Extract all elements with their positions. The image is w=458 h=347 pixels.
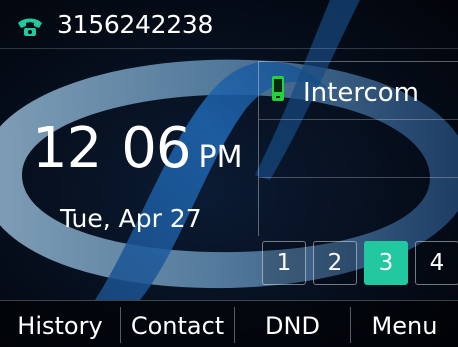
line-key-empty-2[interactable] <box>259 120 458 177</box>
clock: 12 06 PM Tue, Apr 27 <box>0 108 258 258</box>
page-button-2[interactable]: 2 <box>313 241 357 285</box>
line-key-label: Intercom <box>303 78 419 108</box>
page-button-3[interactable]: 3 <box>364 241 408 285</box>
status-bar-divider <box>0 48 458 49</box>
contact-softkey[interactable]: Contact <box>121 301 234 347</box>
mobile-phone-icon <box>272 76 284 101</box>
clock-hour: 12 <box>32 116 102 181</box>
clock-ampm: PM <box>198 140 243 175</box>
menu-softkey[interactable]: Menu <box>351 301 458 347</box>
clock-minute: 06 <box>121 116 191 181</box>
clock-time: 12 06 PM <box>32 116 243 181</box>
dnd-softkey[interactable]: DND <box>235 301 350 347</box>
line-key-intercom[interactable]: Intercom <box>259 62 458 119</box>
line-key-empty-3[interactable] <box>259 178 458 235</box>
clock-date: Tue, Apr 27 <box>60 204 202 233</box>
page-selector: 1 2 3 4 <box>262 241 458 285</box>
phone-number: 3156242238 <box>57 10 214 39</box>
softkey-bar: History Contact DND Menu <box>0 300 458 347</box>
phone-screen: 3156242238 12 06 PM Tue, Apr 27 Intercom 1… <box>0 0 458 347</box>
page-button-1[interactable]: 1 <box>262 241 306 285</box>
status-bar: 3156242238 <box>0 0 458 49</box>
line-keys-panel: Intercom <box>258 61 458 236</box>
page-button-4[interactable]: 4 <box>415 241 458 285</box>
history-softkey[interactable]: History <box>0 301 120 347</box>
phone-handset-icon <box>18 18 42 36</box>
